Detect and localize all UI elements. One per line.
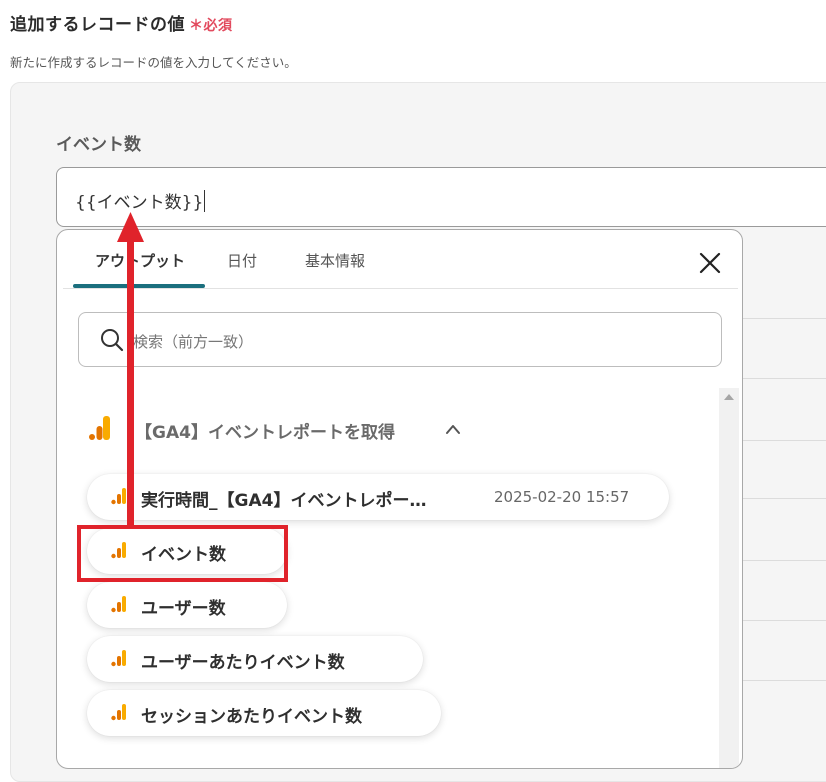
search-icon: [101, 329, 124, 352]
variable-picker-dropdown: アウトプット 日付 基本情報 検索（前方一致） 【GA4】イベントレポートを取得…: [56, 229, 743, 769]
scroll-up-arrow-icon[interactable]: [724, 394, 734, 400]
ga4-icon: [111, 596, 126, 613]
list-item-label: ユーザーあたりイベント数: [141, 653, 345, 673]
search-input[interactable]: 検索（前方一致）: [78, 312, 722, 367]
close-button[interactable]: [697, 250, 723, 276]
group-title: 【GA4】イベントレポートを取得: [135, 423, 395, 443]
ga4-icon: [111, 488, 126, 505]
list-item-label: セッションあたりイベント数: [141, 707, 362, 727]
tab-date[interactable]: 日付: [227, 250, 257, 271]
close-icon: [699, 252, 721, 274]
tab-output[interactable]: アウトプット: [95, 250, 185, 271]
list-item-label: 実行時間_【GA4】イベントレポー…: [141, 491, 427, 511]
chevron-up-icon[interactable]: [445, 422, 461, 436]
divider: [742, 560, 826, 561]
list-item-value: 2025-02-20 15:57: [494, 488, 630, 506]
section-description: 新たに作成するレコードの値を入力してください。: [10, 55, 297, 70]
tab-bar: アウトプット 日付 基本情報: [57, 230, 742, 290]
search-placeholder: 検索（前方一致）: [133, 333, 254, 351]
list-item[interactable]: ユーザー数: [87, 582, 287, 628]
tab-divider: [63, 288, 738, 289]
divider: [742, 620, 826, 621]
ga4-icon: [111, 704, 126, 721]
text-caret: [204, 190, 206, 212]
list-item[interactable]: 実行時間_【GA4】イベントレポー… 2025-02-20 15:57: [87, 474, 669, 520]
required-mark: ＊: [189, 18, 204, 34]
divider: [742, 498, 826, 499]
field-label: イベント数: [56, 135, 141, 155]
tab-basic-info[interactable]: 基本情報: [305, 250, 365, 271]
group-header[interactable]: 【GA4】イベントレポートを取得: [83, 414, 483, 444]
divider: [742, 378, 826, 379]
ga4-icon: [111, 650, 126, 667]
section-title-text: 追加するレコードの値: [10, 15, 185, 35]
divider: [742, 440, 826, 441]
annotation-highlight-box: [77, 525, 288, 582]
list-item[interactable]: ユーザーあたりイベント数: [87, 636, 423, 682]
required-label: 必須: [203, 18, 233, 34]
required-badge: ＊必須: [189, 18, 233, 34]
event-count-input[interactable]: {{イベント数}}: [56, 167, 826, 227]
scrollbar[interactable]: [719, 388, 739, 768]
input-value: {{イベント数}}: [75, 193, 204, 213]
list-item[interactable]: セッションあたりイベント数: [87, 690, 441, 736]
ga4-icon: [89, 416, 110, 440]
divider: [742, 680, 826, 681]
divider: [742, 318, 826, 319]
list-item-label: ユーザー数: [141, 599, 226, 619]
section-title: 追加するレコードの値 ＊必須: [10, 10, 233, 35]
